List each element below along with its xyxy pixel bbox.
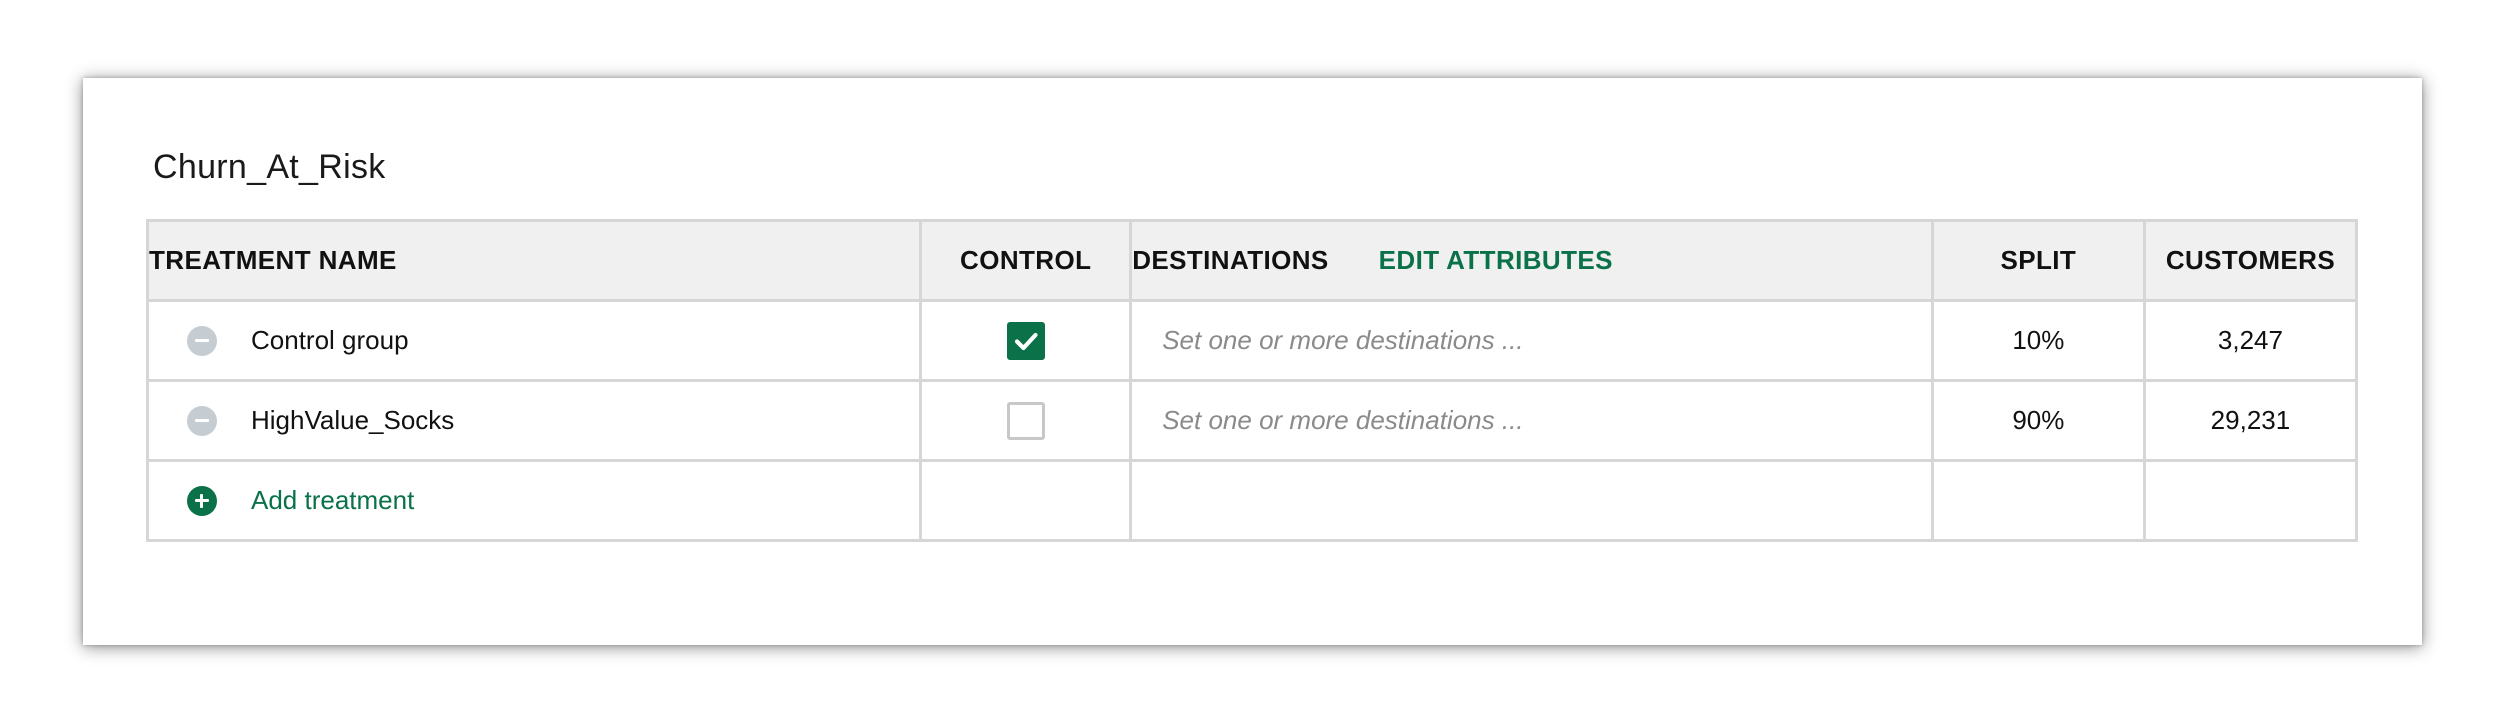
control-cell [919,379,1133,462]
treatment-name: Control group [251,325,409,355]
treatment-name-cell: HighValue_Socks [145,379,923,462]
edit-attributes-link[interactable]: EDIT ATTRIBUTES [1379,245,1613,275]
table-row: Control group Set one or more destinatio… [145,299,2359,382]
treatment-panel: Churn_At_Risk TREATMENT NAME CONTROL DES… [83,78,2422,645]
customers-value: 29,231 [2142,379,2359,462]
minus-circle-icon[interactable] [187,405,217,436]
header-customers: CUSTOMERS [2142,219,2359,302]
checkmark-icon [1014,332,1038,350]
control-cell [919,299,1133,382]
empty-cell [1930,459,2146,542]
empty-cell [1129,459,1934,542]
destinations-cell[interactable]: Set one or more destinations ... [1129,299,1934,382]
control-checkbox[interactable] [1006,321,1045,360]
plus-circle-icon[interactable] [187,485,217,516]
header-destinations-cell: DESTINATIONS EDIT ATTRIBUTES [1129,219,1934,302]
minus-circle-icon[interactable] [187,325,217,356]
header-destinations: DESTINATIONS [1132,245,1329,275]
customers-value: 3,247 [2142,299,2359,382]
header-treatment-name: TREATMENT NAME [145,219,923,302]
add-treatment-button[interactable]: Add treatment [251,485,414,516]
empty-cell [919,459,1133,542]
table-header-row: TREATMENT NAME CONTROL DESTINATIONS EDIT … [145,219,2359,302]
empty-cell [2142,459,2359,542]
destinations-placeholder[interactable]: Set one or more destinations ... [1132,405,1523,435]
header-split: SPLIT [1930,219,2146,302]
treatments-table: TREATMENT NAME CONTROL DESTINATIONS EDIT … [145,219,2359,542]
treatment-name: HighValue_Socks [251,405,455,435]
control-checkbox[interactable] [1006,401,1045,440]
split-value: 90% [1930,379,2146,462]
segment-title: Churn_At_Risk [153,148,386,186]
header-control: CONTROL [919,219,1133,302]
split-value: 10% [1930,299,2146,382]
destinations-cell[interactable]: Set one or more destinations ... [1129,379,1934,462]
add-treatment-cell: Add treatment [145,459,923,542]
add-treatment-row: Add treatment [145,459,2359,542]
table-row: HighValue_Socks Set one or more destinat… [145,379,2359,462]
treatment-name-cell: Control group [145,299,923,382]
destinations-placeholder[interactable]: Set one or more destinations ... [1132,325,1523,355]
